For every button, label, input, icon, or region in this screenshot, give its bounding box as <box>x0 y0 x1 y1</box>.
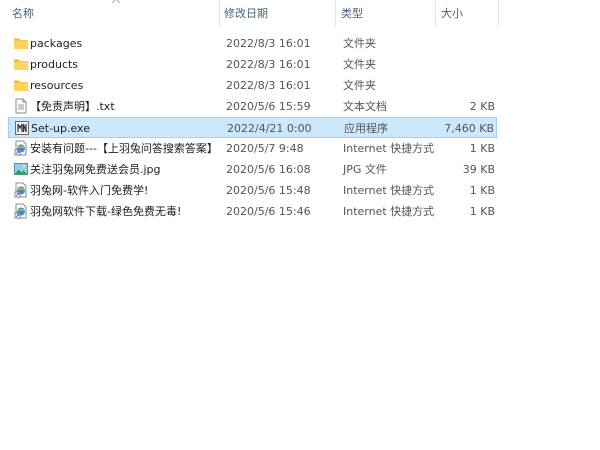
file-type: Internet 快捷方式 <box>343 184 435 197</box>
file-type: JPG 文件 <box>343 163 387 176</box>
folder-icon <box>14 38 28 49</box>
internet-shortcut-icon <box>14 140 27 156</box>
file-name: 关注羽兔网免费送会员.jpg <box>30 163 161 176</box>
file-type: 应用程序 <box>344 122 388 135</box>
file-modified: 2020/5/6 15:46 <box>226 205 311 218</box>
file-type: 文件夹 <box>343 37 376 50</box>
exe-icon <box>15 121 29 135</box>
file-name: 【免责声明】.txt <box>30 100 115 113</box>
file-type: 文件夹 <box>343 79 376 92</box>
file-size: 1 KB <box>469 184 495 197</box>
internet-shortcut-icon <box>14 203 27 219</box>
image-file-icon <box>14 163 28 175</box>
file-row-setup-exe[interactable]: Set-up.exe 2022/4/21 0:00 应用程序 7,460 KB <box>8 117 497 138</box>
file-modified: 2022/4/21 0:00 <box>227 122 312 135</box>
file-size: 39 KB <box>462 163 495 176</box>
file-name: 安装有问题---【上羽兔问答搜索答案】 <box>30 142 218 155</box>
file-name: products <box>30 58 79 71</box>
file-row-download-link[interactable]: 羽兔网软件下载-绿色免费无毒! 2020/5/6 15:46 Internet … <box>8 201 497 222</box>
file-modified: 2022/8/3 16:01 <box>226 58 311 71</box>
file-modified: 2020/5/6 15:48 <box>226 184 311 197</box>
file-modified: 2022/8/3 16:01 <box>226 79 311 92</box>
file-name: resources <box>30 79 84 92</box>
column-header-bar: 名称 修改日期 类型 大小 <box>0 0 600 27</box>
column-header-type[interactable]: 类型 <box>339 0 434 27</box>
column-header-modified[interactable]: 修改日期 <box>222 0 334 27</box>
file-modified: 2020/5/6 15:59 <box>226 100 311 113</box>
column-divider[interactable] <box>335 0 336 27</box>
file-row-install-help-link[interactable]: 安装有问题---【上羽兔问答搜索答案】 2020/5/7 9:48 Intern… <box>8 138 497 159</box>
folder-icon <box>14 59 28 70</box>
file-size: 7,460 KB <box>444 122 494 135</box>
file-row-packages[interactable]: packages 2022/8/3 16:01 文件夹 <box>8 33 497 54</box>
file-modified: 2022/8/3 16:01 <box>226 37 311 50</box>
text-file-icon <box>15 98 27 114</box>
file-modified: 2020/5/6 16:08 <box>226 163 311 176</box>
column-divider[interactable] <box>435 0 436 27</box>
file-size: 2 KB <box>469 100 495 113</box>
file-type: 文件夹 <box>343 58 376 71</box>
column-header-size[interactable]: 大小 <box>439 0 497 27</box>
column-divider[interactable] <box>219 0 220 27</box>
file-row-resources[interactable]: resources 2022/8/3 16:01 文件夹 <box>8 75 497 96</box>
file-name: 羽兔网-软件入门免费学! <box>30 184 149 197</box>
column-divider[interactable] <box>498 0 499 27</box>
file-name: packages <box>30 37 83 50</box>
file-modified: 2020/5/7 9:48 <box>226 142 304 155</box>
sort-ascending-icon <box>111 0 121 4</box>
file-size: 1 KB <box>469 142 495 155</box>
file-name: 羽兔网软件下载-绿色免费无毒! <box>30 205 182 218</box>
file-type: Internet 快捷方式 <box>343 142 435 155</box>
file-row-follow-jpg[interactable]: 关注羽兔网免费送会员.jpg 2020/5/6 16:08 JPG 文件 39 … <box>8 159 497 180</box>
file-row-products[interactable]: products 2022/8/3 16:01 文件夹 <box>8 54 497 75</box>
file-type: 文本文档 <box>343 100 387 113</box>
folder-icon <box>14 80 28 91</box>
file-row-learn-link[interactable]: 羽兔网-软件入门免费学! 2020/5/6 15:48 Internet 快捷方… <box>8 180 497 201</box>
file-size: 1 KB <box>469 205 495 218</box>
file-type: Internet 快捷方式 <box>343 205 435 218</box>
file-name: Set-up.exe <box>31 122 90 135</box>
internet-shortcut-icon <box>14 182 27 198</box>
file-row-disclaimer-txt[interactable]: 【免责声明】.txt 2020/5/6 15:59 文本文档 2 KB <box>8 96 497 117</box>
